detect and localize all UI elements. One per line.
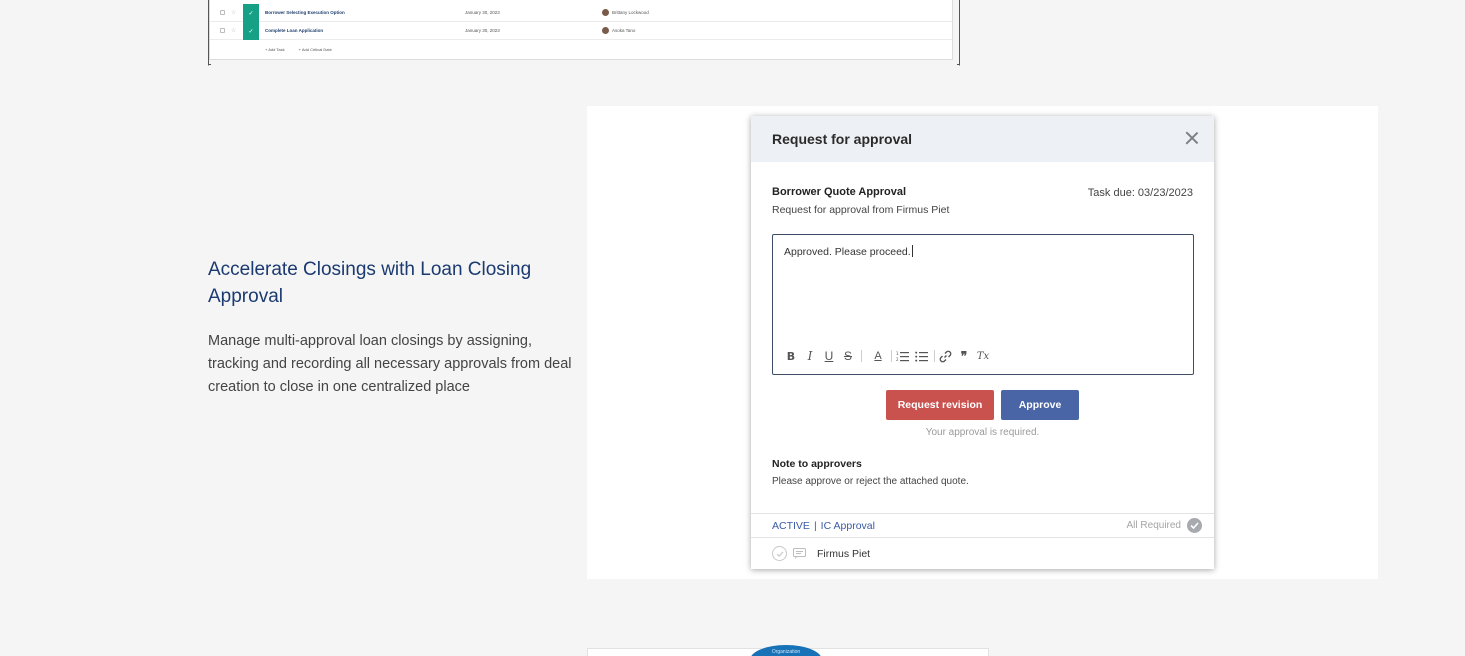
add-critical-date-label: Add Critical Date [301,47,332,52]
editor-toolbar: B I U S A 12 ❞ Tx [783,348,994,364]
status-label: ACTIVE [772,520,810,532]
check-circle-icon [1187,518,1202,533]
approval-group-link[interactable]: IC Approval [821,520,875,532]
note-title: Note to approvers [772,458,862,470]
approval-status: ACTIVE | IC Approval [772,520,875,532]
task-assignee: Brittany Lockwood [612,10,649,15]
approval-modal: Request for approval Borrower Quote Appr… [751,116,1214,569]
approver-row: Firmus Piet [772,546,870,561]
status-separator: | [813,520,817,532]
svg-text:2: 2 [896,357,899,362]
add-task-label: Add Task [268,47,285,52]
badge-text: Organization [771,649,801,655]
task-add-links: + Add Task + Add Critical Date [265,47,332,52]
all-required-indicator: All Required [1127,518,1202,533]
task-due-date: Task due: 03/23/2023 [1087,187,1193,199]
toolbar-divider [891,350,892,362]
approval-required-hint: Your approval is required. [925,427,1040,438]
bold-button[interactable]: B [783,348,799,364]
star-icon[interactable]: ☆ [231,10,236,16]
avatar [602,9,609,16]
modal-title: Request for approval [772,131,913,147]
task-name[interactable]: Complete Loan Application [265,28,323,33]
table-row[interactable]: ☆ ✓ Borrower Selecting Execution Option … [210,4,952,22]
underline-button[interactable]: U [821,348,837,364]
add-critical-date-link[interactable]: + Add Critical Date [299,47,332,52]
task-assignee: Asoka Tano [612,28,636,33]
star-icon[interactable]: ☆ [231,28,236,34]
avatar [602,27,609,34]
request-revision-button[interactable]: Request revision [886,390,994,420]
note-text: Please approve or reject the attached qu… [772,476,969,487]
task-date: January 30, 2023 [465,10,500,15]
bullet-list-icon[interactable] [913,348,929,364]
quote-title: Borrower Quote Approval [772,186,907,198]
table-row[interactable]: ☆ ✓ Complete Loan Application January 30… [210,22,952,40]
text-color-button[interactable]: A [870,348,886,364]
approve-button[interactable]: Approve [1001,390,1079,420]
link-icon[interactable] [937,348,953,364]
toolbar-divider [861,350,862,362]
task-name[interactable]: Borrower Selecting Execution Option [265,10,345,15]
approval-status-row: ACTIVE | IC Approval All Required [751,513,1214,538]
quote-subtitle: Request for approval from Firmus Piet [772,204,950,216]
add-task-link[interactable]: + Add Task [265,47,285,52]
editor-text[interactable]: Approved. Please proceed. [784,245,913,258]
feature-title: Accelerate Closings with Loan Closing Ap… [208,259,532,307]
clear-format-icon[interactable]: Tx [975,348,991,364]
organization-badge: Organization [750,645,822,656]
feature-description: Manage multi-approval loan closings by a… [208,333,572,395]
modal-header: Request for approval [751,116,1214,162]
ordered-list-icon[interactable]: 12 [894,348,910,364]
quote-icon[interactable]: ❞ [956,348,972,364]
approver-name: Firmus Piet [817,547,871,560]
all-required-label: All Required [1126,520,1181,531]
row-checkbox[interactable] [220,28,225,33]
italic-button[interactable]: I [802,348,818,364]
check-icon: ✓ [243,4,259,22]
comment-editor[interactable]: Approved. Please proceed. B I U S A 12 ❞… [772,234,1194,375]
svg-text:1: 1 [896,351,899,356]
strikethrough-button[interactable]: S [840,348,856,364]
comment-icon[interactable] [792,548,806,560]
toolbar-divider [934,350,935,362]
row-checkbox[interactable] [220,10,225,15]
task-list-preview: ☆ ✓ Borrower Selecting Execution Option … [209,0,953,60]
check-circle-outline-icon [772,546,787,561]
task-date: January 30, 2023 [465,28,500,33]
check-icon: ✓ [243,22,259,40]
close-icon[interactable] [1184,130,1200,146]
